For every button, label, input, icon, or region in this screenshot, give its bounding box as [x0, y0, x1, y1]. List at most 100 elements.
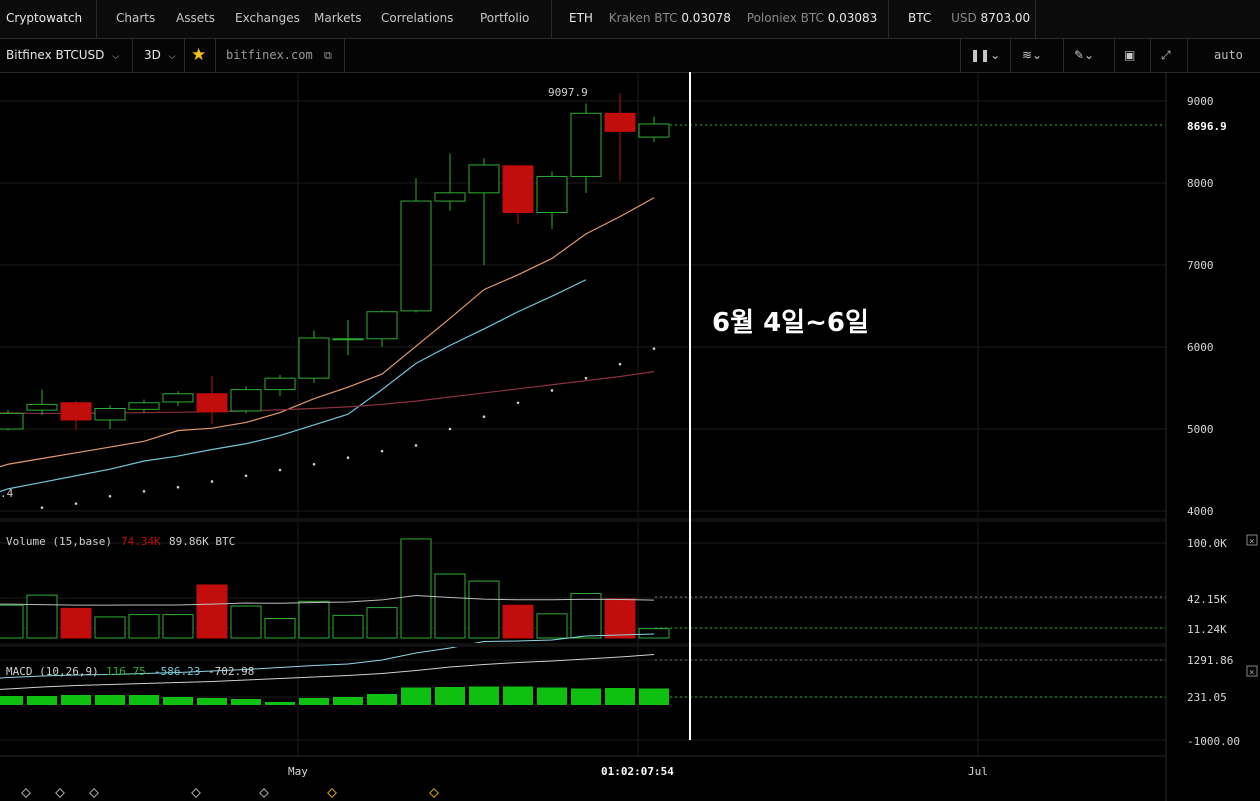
volume-axis-labels: 100.0K 42.15K 11.24K	[1187, 537, 1227, 636]
volume-bar	[26, 594, 58, 639]
candle-up	[570, 112, 602, 177]
market-selector[interactable]: Bitfinex BTCUSD ⌵	[6, 39, 119, 72]
candle-down	[60, 402, 92, 421]
ticker-symbol: BTC	[908, 11, 932, 25]
nav-correlations[interactable]: Correlations	[381, 0, 453, 38]
volume-bar	[230, 605, 262, 639]
macd-hist-bar	[0, 696, 23, 705]
price-tick: 6000	[1187, 341, 1214, 354]
candle-up	[536, 175, 568, 214]
chart-canvas[interactable]: 9097.9 .4 9000 8000 7000 6000 5000 4000 …	[0, 72, 1260, 801]
nav-charts[interactable]: Charts	[116, 0, 155, 38]
indicator-dot	[346, 456, 350, 460]
macd-hist-bar	[333, 697, 363, 705]
divider	[184, 39, 185, 72]
event-diamond-icon	[259, 788, 269, 798]
macd-tick: 231.05	[1187, 691, 1227, 704]
volume-bar	[434, 573, 466, 639]
market-label: Bitfinex BTCUSD	[6, 48, 105, 62]
nav-portfolio[interactable]: Portfolio	[480, 0, 529, 38]
indicator-dot	[516, 401, 520, 405]
volume-bar	[570, 593, 602, 639]
divider	[132, 39, 133, 72]
indicators-icon[interactable]: ≋⌄	[1022, 39, 1042, 72]
close-icon: ×	[1249, 537, 1254, 547]
exchange-link[interactable]: bitfinex.com ⧉	[226, 39, 332, 72]
divider	[1150, 39, 1151, 72]
indicator-dot	[482, 415, 486, 419]
volume-bar	[0, 604, 24, 639]
candle-up	[230, 389, 262, 412]
macd-hist-bar	[367, 694, 397, 705]
volume-bar	[468, 580, 500, 639]
chevron-down-icon: ⌵	[168, 52, 176, 62]
chevron-down-icon: ⌵	[112, 52, 120, 62]
period-label: 3D	[144, 48, 161, 62]
macd-axis-labels: 1291.86 231.05 -1000.00	[1187, 654, 1240, 748]
macd-value-2: -586.23	[154, 665, 200, 678]
candle-up	[434, 192, 466, 202]
divider	[1114, 39, 1115, 72]
candle-up	[366, 311, 398, 340]
macd-legend: MACD (10,26,9) 116.75 -586.23 -702.98	[6, 665, 254, 678]
macd-hist-bar	[27, 696, 57, 705]
candle-up	[332, 338, 364, 341]
macd-hist-bar	[197, 698, 227, 705]
chart-toolbar: Bitfinex BTCUSD ⌵ 3D ⌵ ★ bitfinex.com ⧉ …	[0, 39, 1260, 73]
price-axis-labels: 9000 8000 7000 6000 5000 4000	[1187, 95, 1214, 518]
nav-exchanges[interactable]: Exchanges	[235, 0, 300, 38]
scale-mode-toggle[interactable]: auto	[1214, 39, 1243, 72]
candle-up	[162, 393, 194, 403]
volume-bar	[298, 600, 330, 639]
ticker-btc[interactable]: BTC USD 8703.00	[908, 0, 1030, 38]
volume-tick: 42.15K	[1187, 593, 1227, 606]
candle-up	[0, 412, 24, 430]
event-diamond-icon	[89, 788, 99, 798]
candle-up	[298, 337, 330, 379]
macd-hist-bar	[61, 695, 91, 705]
draw-pencil-icon[interactable]: ✎⌄	[1074, 39, 1094, 72]
indicator-dot	[414, 444, 418, 447]
brand-logo[interactable]: Cryptowatch	[6, 0, 82, 38]
event-diamond-icon	[55, 788, 65, 798]
macd-hist-bar	[129, 695, 159, 705]
price-tick: 7000	[1187, 259, 1214, 272]
macd-hist-bar	[435, 687, 465, 705]
macd-hist-bar	[469, 686, 499, 705]
candle-up	[400, 200, 432, 312]
candle-type-icon[interactable]: ❚❚⌄	[970, 39, 1000, 72]
close-icon: ×	[1249, 668, 1254, 678]
pane-divider[interactable]	[0, 518, 1166, 522]
indicator-dot	[618, 362, 622, 366]
annotation-text: 6월 4일~6일	[712, 308, 869, 338]
ticker-market-label: USD	[951, 11, 977, 25]
nav-markets[interactable]: Markets	[314, 0, 362, 38]
favorite-star-icon[interactable]: ★	[191, 39, 206, 72]
fullscreen-icon[interactable]: ⤢	[1161, 39, 1171, 72]
ema-fast-line	[0, 197, 655, 468]
event-diamond-icon	[191, 788, 201, 798]
ticker-market-label: Poloniex BTC	[746, 11, 824, 25]
macd-hist-bar	[265, 702, 295, 705]
indicator-dot	[278, 468, 282, 472]
indicator-dot	[550, 389, 554, 392]
volume-bar	[128, 614, 160, 639]
ticker-market-value: 8703.00	[980, 11, 1031, 25]
macd-hist-bar	[401, 687, 431, 705]
nav-assets[interactable]: Assets	[176, 0, 215, 38]
volume-title: Volume (15,base)	[6, 535, 112, 548]
top-bar: Cryptowatch Charts Assets Exchanges Mark…	[0, 0, 1260, 39]
macd-value-1: 116.75	[106, 665, 146, 678]
price-tick: 5000	[1187, 423, 1214, 436]
volume-legend: Volume (15,base) 74.34K 89.86K BTC	[6, 535, 235, 548]
macd-hist-bar	[571, 688, 601, 705]
chart-image-icon[interactable]: ▣	[1124, 39, 1135, 72]
pane-divider[interactable]	[0, 643, 1166, 647]
indicator-dot	[74, 502, 78, 505]
ticker-eth[interactable]: ETH Kraken BTC 0.03078 Poloniex BTC 0.03…	[569, 0, 877, 38]
divider	[96, 0, 97, 38]
volume-bar	[536, 613, 568, 639]
price-tick: 4000	[1187, 505, 1214, 518]
period-selector[interactable]: 3D ⌵	[144, 39, 176, 72]
ticker-market-label: Kraken BTC	[608, 11, 678, 25]
